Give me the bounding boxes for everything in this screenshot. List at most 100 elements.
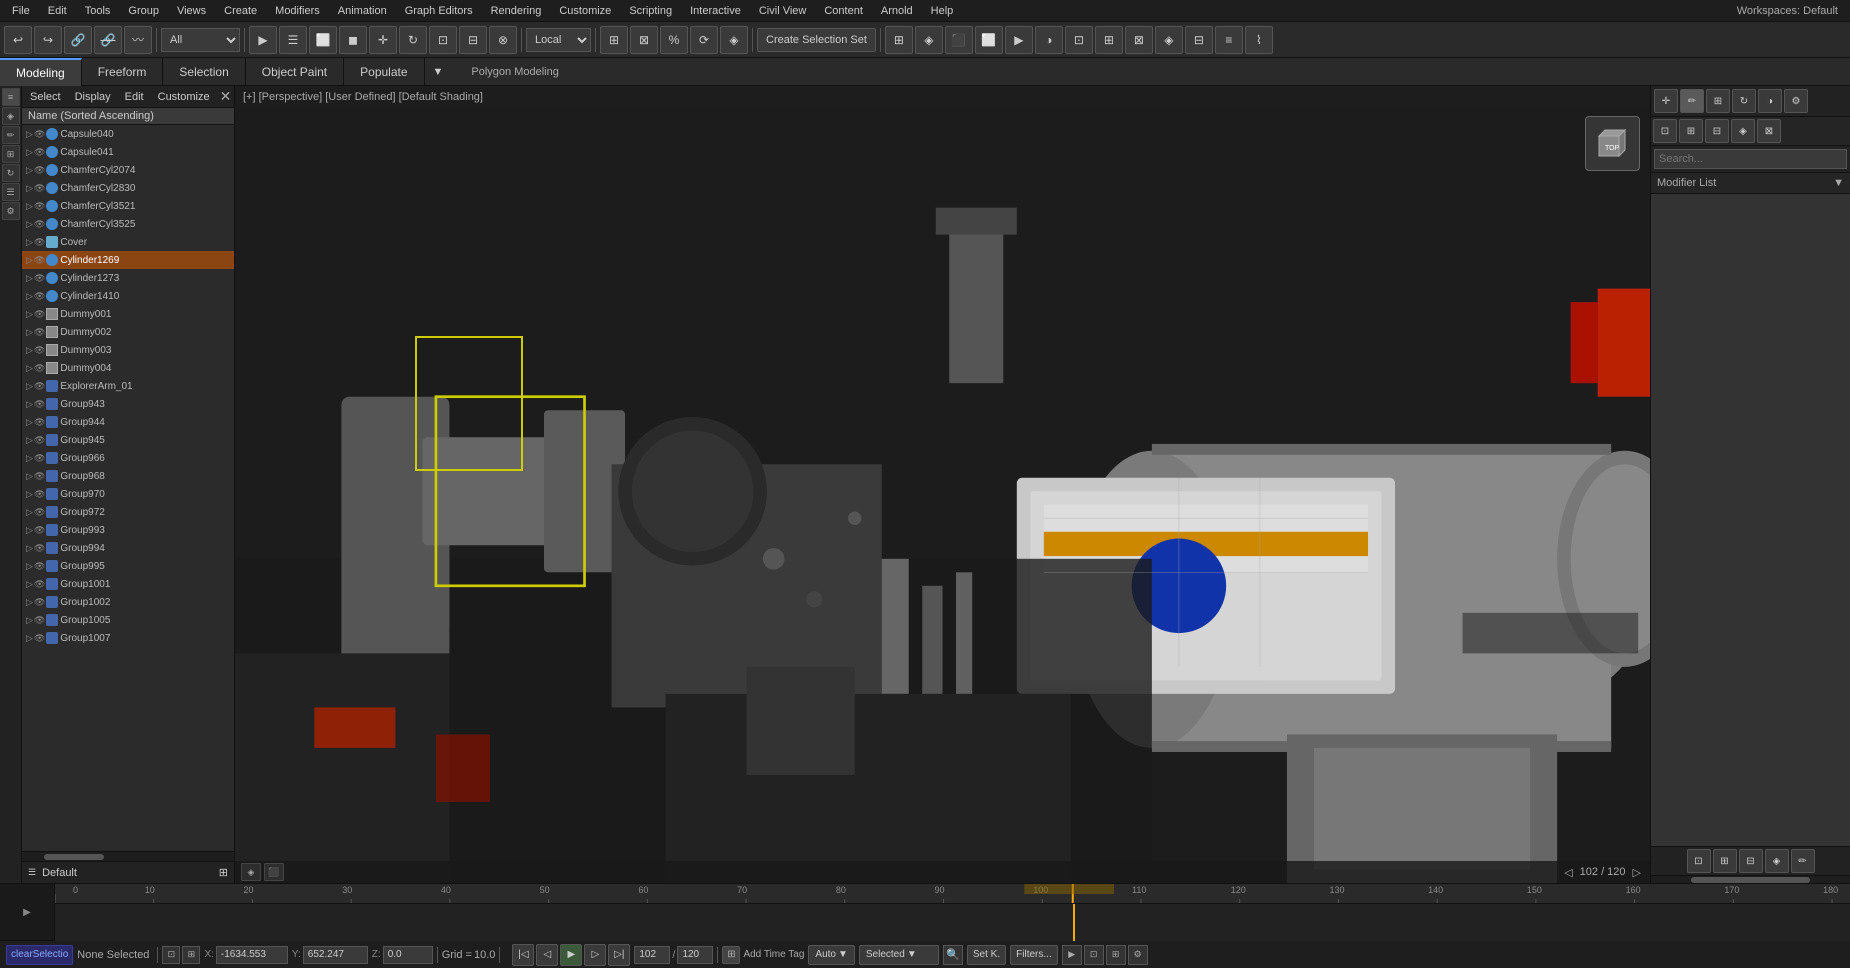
rp-bottom-btn-1[interactable]: ⊡ <box>1687 849 1711 873</box>
key-mode-dropdown[interactable]: Auto ▼ <box>808 945 854 965</box>
rp-bottom-btn-2[interactable]: ⊞ <box>1713 849 1737 873</box>
list-item[interactable]: ▷ 👁 Cylinder1410 <box>22 287 234 305</box>
total-frames-input[interactable] <box>677 946 713 964</box>
list-item[interactable]: ▷ 👁 Group994 <box>22 539 234 557</box>
scene-explorer-icon[interactable]: ≡ <box>2 88 20 106</box>
motion-tab-btn[interactable]: ↻ <box>1732 89 1756 113</box>
list-item[interactable]: ▷ 👁 Group1007 <box>22 629 234 647</box>
timeline-track[interactable] <box>55 904 1850 941</box>
add-time-tag-icon[interactable]: ⊞ <box>722 946 740 964</box>
list-item[interactable]: ▷ 👁 Group943 <box>22 395 234 413</box>
percent-snap-button[interactable]: % <box>660 26 688 54</box>
schematic-view-button[interactable]: ⊞ <box>885 26 913 54</box>
motion-icon[interactable]: ↻ <box>2 164 20 182</box>
menu-graph-editors[interactable]: Graph Editors <box>397 3 481 19</box>
menu-arnold[interactable]: Arnold <box>873 3 921 19</box>
menu-views[interactable]: Views <box>169 3 214 19</box>
hierarchy-tab-btn[interactable]: ⊞ <box>1706 89 1730 113</box>
list-item[interactable]: ▷ 👁 Group1001 <box>22 575 234 593</box>
curve-editor-button[interactable]: ⌇ <box>1245 26 1273 54</box>
menu-interactive[interactable]: Interactive <box>682 3 749 19</box>
selection-filter-dropdown[interactable]: All Geometry Shapes Lights <box>161 28 240 52</box>
navigation-cube[interactable]: TOP <box>1585 116 1640 171</box>
coord-icon-2[interactable]: ⊞ <box>182 946 200 964</box>
rectangular-select-button[interactable]: ⬜ <box>309 26 337 54</box>
tab-more-button[interactable]: ▼ <box>425 62 452 82</box>
rp-btn-1[interactable]: ⊡ <box>1653 119 1677 143</box>
tab-selection[interactable]: Selection <box>163 58 245 86</box>
uniform-scale-button[interactable]: ⊡ <box>429 26 457 54</box>
next-frame-button[interactable]: ▷ <box>584 944 606 966</box>
activeshade-button[interactable]: ◑ <box>1035 26 1063 54</box>
list-item[interactable]: ▷ 👁 Capsule040 <box>22 125 234 143</box>
squash-button[interactable]: ⊗ <box>489 26 517 54</box>
list-item[interactable]: ▷ 👁 Dummy004 <box>22 359 234 377</box>
explorer-select-button[interactable]: Select <box>26 90 65 104</box>
list-item[interactable]: ▷ 👁 Group993 <box>22 521 234 539</box>
z-value-input[interactable] <box>383 946 433 964</box>
menu-group[interactable]: Group <box>120 3 167 19</box>
go-to-start-button[interactable]: |◁ <box>512 944 534 966</box>
menu-create[interactable]: Create <box>216 3 265 19</box>
utilities-tab-btn[interactable]: ⚙ <box>1784 89 1808 113</box>
prev-frame-button[interactable]: ◁ <box>536 944 558 966</box>
go-to-end-button[interactable]: ▷| <box>608 944 630 966</box>
render-production-button[interactable]: ▶ <box>1005 26 1033 54</box>
explorer-list[interactable]: ▷ 👁 Capsule040 ▷ 👁 Capsule041 ▷ 👁 Chamfe… <box>22 125 234 851</box>
menu-scripting[interactable]: Scripting <box>621 3 680 19</box>
scale-button[interactable]: ⊟ <box>459 26 487 54</box>
list-item[interactable]: ▷ 👁 Group945 <box>22 431 234 449</box>
select-region-button[interactable]: ◼ <box>339 26 367 54</box>
list-item[interactable]: ▷ 👁 ChamferCyl2074 <box>22 161 234 179</box>
rotate-button[interactable]: ↻ <box>399 26 427 54</box>
timeline-main[interactable]: 0 10 20 30 40 50 60 70 80 <box>55 884 1850 940</box>
menu-modifiers[interactable]: Modifiers <box>267 3 328 19</box>
rp-btn-3[interactable]: ⊟ <box>1705 119 1729 143</box>
snap-toggle-button[interactable]: ⊞ <box>600 26 628 54</box>
coord-snap-icon[interactable]: ⊡ <box>162 946 180 964</box>
list-item[interactable]: ▷ 👁 Cylinder1273 <box>22 269 234 287</box>
menu-civil-view[interactable]: Civil View <box>751 3 814 19</box>
explorer-display-button[interactable]: Display <box>71 90 115 104</box>
render-setup-button[interactable]: ⬛ <box>945 26 973 54</box>
list-item[interactable]: ▷ 👁 ExplorerArm_01 <box>22 377 234 395</box>
list-item[interactable]: ▷ 👁 Capsule041 <box>22 143 234 161</box>
list-item[interactable]: ▷ 👁 Dummy001 <box>22 305 234 323</box>
rp-btn-4[interactable]: ◈ <box>1731 119 1755 143</box>
select-object-button[interactable]: ▶ <box>249 26 277 54</box>
align-button[interactable]: ⊞ <box>1095 26 1123 54</box>
rp-btn-5[interactable]: ⊠ <box>1757 119 1781 143</box>
redo-button[interactable]: ↪ <box>34 26 62 54</box>
tab-object-paint[interactable]: Object Paint <box>246 58 344 86</box>
viewport[interactable]: [+] [Perspective] [User Defined] [Defaul… <box>235 86 1650 883</box>
modifier-search-input[interactable] <box>1654 149 1847 169</box>
normal-align-button[interactable]: ⊠ <box>1125 26 1153 54</box>
vp-shading-btn[interactable]: ⬛ <box>264 863 284 881</box>
align-camera-button[interactable]: ⊟ <box>1185 26 1213 54</box>
undo-button[interactable]: ↩ <box>4 26 32 54</box>
menu-rendering[interactable]: Rendering <box>483 3 550 19</box>
list-item[interactable]: ▷ 👁 Group970 <box>22 485 234 503</box>
list-item[interactable]: ▷ 👁 Group1005 <box>22 611 234 629</box>
explorer-close-button[interactable]: ✕ <box>220 88 232 105</box>
select-by-name-button[interactable]: ☰ <box>279 26 307 54</box>
move-button[interactable]: ✛ <box>369 26 397 54</box>
menu-content[interactable]: Content <box>816 3 871 19</box>
link-button[interactable]: 🔗 <box>64 26 92 54</box>
status-icon-3[interactable]: ⊞ <box>1106 945 1126 965</box>
angle-snap-button[interactable]: ⊠ <box>630 26 658 54</box>
create-selection-set-button[interactable]: Create Selection Set <box>757 28 876 52</box>
modify-tab-btn[interactable]: ✏ <box>1680 89 1704 113</box>
prev-frame-btn[interactable]: ◁ <box>1561 866 1575 879</box>
list-item[interactable]: ▷ 👁 Dummy002 <box>22 323 234 341</box>
modifier-slider[interactable] <box>1651 875 1850 883</box>
rp-bottom-btn-4[interactable]: ◈ <box>1765 849 1789 873</box>
menu-file[interactable]: File <box>4 3 38 19</box>
list-item[interactable]: ▷ 👁 ChamferCyl3521 <box>22 197 234 215</box>
list-item[interactable]: ▷ 👁 Group995 <box>22 557 234 575</box>
tab-populate[interactable]: Populate <box>344 58 424 86</box>
filters-button[interactable]: Filters... <box>1010 945 1058 965</box>
create-tab-btn[interactable]: ✛ <box>1654 89 1678 113</box>
list-item[interactable]: ▷ 👁 Group972 <box>22 503 234 521</box>
clear-selection-button[interactable]: clearSelectio <box>6 945 73 965</box>
